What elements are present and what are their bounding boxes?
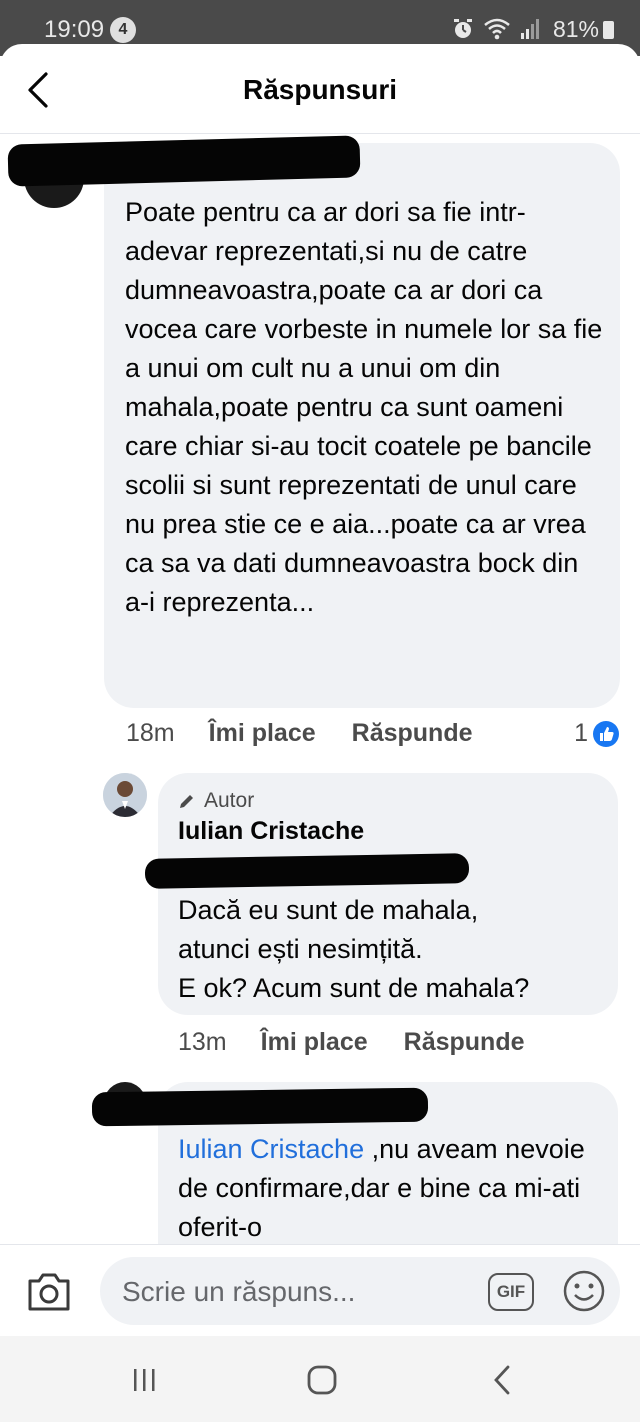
home-button[interactable] bbox=[300, 1358, 344, 1402]
battery-icon bbox=[603, 20, 614, 39]
author-badge: Autor bbox=[178, 789, 254, 813]
page-title: Răspunsuri bbox=[242, 74, 398, 105]
signal-icon bbox=[521, 19, 539, 39]
status-icons bbox=[452, 18, 540, 40]
person-avatar-icon bbox=[103, 773, 147, 817]
system-back-icon bbox=[494, 1365, 510, 1395]
comment-text-line: atunci ești nesimțită. bbox=[178, 934, 423, 964]
emoji-button[interactable] bbox=[562, 1269, 606, 1313]
comment-text: Dacă eu sunt de mahala, atunci ești nesi… bbox=[178, 891, 608, 1008]
status-time: 19:09 bbox=[44, 16, 105, 43]
comment-text-line: Dacă eu sunt de mahala, bbox=[178, 895, 479, 925]
camera-icon bbox=[28, 1273, 70, 1311]
comment-bubble: Autor Iulian Cristache Dacă eu sunt de m… bbox=[158, 773, 618, 1015]
pencil-icon bbox=[180, 795, 193, 808]
comment-time: 18m bbox=[126, 719, 175, 747]
battery-percent: 81% bbox=[552, 16, 599, 42]
notification-count-badge: 4 bbox=[110, 17, 136, 43]
reply-input[interactable]: Scrie un răspuns... GIF bbox=[100, 1257, 620, 1325]
reply-input-placeholder: Scrie un răspuns... bbox=[122, 1276, 356, 1307]
redaction-mark bbox=[91, 1087, 429, 1127]
comment-text-line: E ok? Acum sunt de mahala? bbox=[178, 973, 530, 1003]
reply-button[interactable]: Răspunde bbox=[404, 1028, 525, 1057]
header: Răspunsuri bbox=[0, 44, 640, 134]
battery-indicator: 81% bbox=[553, 16, 614, 43]
alarm-icon bbox=[454, 19, 472, 38]
home-icon bbox=[307, 1365, 337, 1395]
like-button[interactable]: Îmi place bbox=[261, 1028, 368, 1057]
author-badge-label: Autor bbox=[204, 789, 255, 812]
redaction-mark bbox=[144, 853, 470, 889]
comment-actions: 18m Îmi place Răspunde 1 bbox=[126, 719, 620, 748]
recent-apps-button[interactable] bbox=[122, 1358, 166, 1402]
gif-button[interactable]: GIF bbox=[488, 1273, 534, 1311]
like-reaction-icon bbox=[593, 720, 619, 747]
system-back-button[interactable] bbox=[480, 1358, 524, 1402]
recent-apps-icon bbox=[134, 1369, 155, 1391]
composer-bar: Scrie un răspuns... GIF bbox=[0, 1244, 640, 1336]
reply-button[interactable]: Răspunde bbox=[352, 719, 473, 748]
comment-bubble: Poate pentru ca ar dori sa fie intr-adev… bbox=[104, 143, 620, 708]
comment-text: Poate pentru ca ar dori sa fie intr-adev… bbox=[125, 197, 603, 617]
mention-link[interactable]: Iulian Cristache bbox=[178, 1134, 364, 1164]
wifi-icon bbox=[484, 18, 510, 40]
comment-author[interactable]: Iulian Cristache bbox=[178, 817, 364, 846]
author-avatar[interactable] bbox=[103, 773, 147, 817]
like-count: 1 bbox=[574, 719, 588, 747]
comment-actions: 13m Îmi place Răspunde bbox=[178, 1028, 525, 1057]
system-nav-bar bbox=[0, 1336, 640, 1422]
comment-time: 13m bbox=[178, 1028, 227, 1056]
like-button[interactable]: Îmi place bbox=[209, 719, 316, 748]
comment-text: Iulian Cristache ,nu aveam nevoie de con… bbox=[178, 1130, 598, 1247]
emoji-icon bbox=[563, 1270, 605, 1312]
camera-button[interactable] bbox=[26, 1271, 72, 1313]
